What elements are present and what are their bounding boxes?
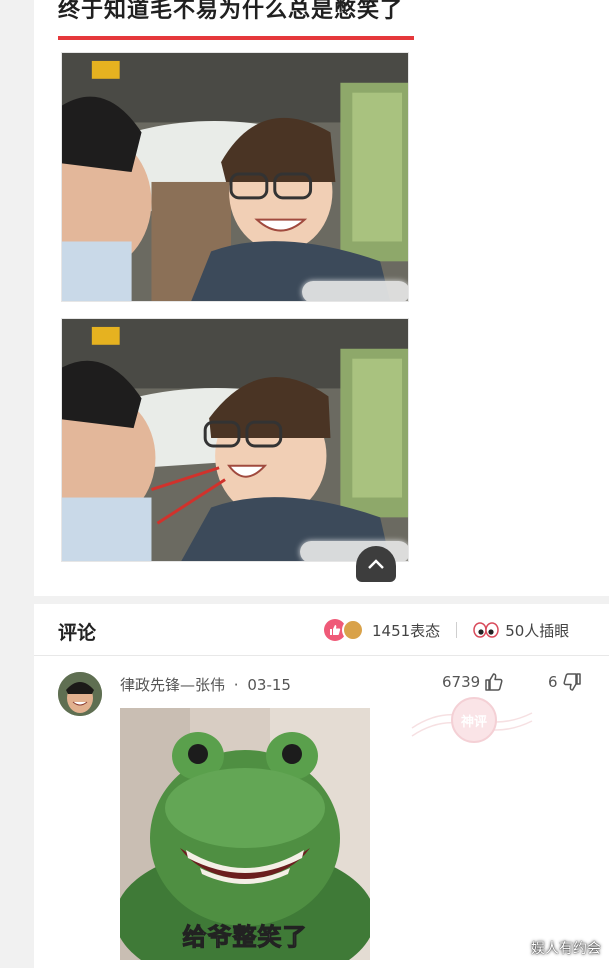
downvote-button[interactable]: 6: [548, 672, 582, 692]
comments-heading: 评论: [58, 622, 97, 644]
reaction-summary: 1451表态 50人插眼: [324, 618, 569, 642]
car-photo-image: [62, 53, 408, 301]
thumbs-down-icon: [563, 673, 581, 691]
thumbs-up-icon: [330, 625, 341, 635]
post-photo-2[interactable]: [61, 318, 409, 562]
chevron-up-icon: [368, 559, 384, 569]
car-photo-image: [62, 319, 408, 561]
reaction-icons: [324, 619, 364, 641]
title-underline: [58, 36, 414, 40]
post-photo-1[interactable]: [61, 52, 409, 302]
page: 终于知道毛不易为什么总是憋笑了 评论 1451表态 50人插眼 律政先锋—张伟 …: [0, 0, 609, 968]
reactions-count[interactable]: 1451表态: [372, 620, 440, 641]
scroll-to-top-button[interactable]: [356, 546, 396, 582]
comment-header: 评论 1451表态 50人插眼: [34, 604, 609, 656]
divider: [456, 622, 458, 638]
comment-author[interactable]: 律政先锋—张伟: [120, 676, 225, 694]
avatar[interactable]: [58, 672, 102, 716]
comment-date: 03-15: [247, 676, 291, 694]
comment-item: 律政先锋—张伟 · 03-15 6739 6 神评 给爷整笑了: [34, 660, 609, 968]
post-card: 终于知道毛不易为什么总是憋笑了: [34, 0, 609, 596]
comment-section: 评论 1451表态 50人插眼 律政先锋—张伟 · 03-15 6739 6 神…: [34, 604, 609, 968]
eyes-icon: [473, 622, 499, 638]
meta-separator: ·: [233, 676, 239, 694]
post-title: 终于知道毛不易为什么总是憋笑了: [58, 0, 404, 23]
comment-meta: 律政先锋—张伟 · 03-15: [120, 674, 291, 695]
spectators-count[interactable]: 50人插眼: [505, 620, 569, 641]
top-comment-stamp: 神评: [411, 697, 533, 743]
meme-caption: 给爷整笑了: [182, 923, 308, 952]
comment-meme-image[interactable]: 给爷整笑了: [120, 708, 370, 960]
downvote-count: 6: [548, 673, 558, 691]
stamp-text: 神评: [461, 714, 487, 730]
blurred-caption: [302, 281, 408, 301]
funny-reaction-icon: [342, 619, 364, 641]
watermark: 娱人有约会: [531, 941, 601, 957]
